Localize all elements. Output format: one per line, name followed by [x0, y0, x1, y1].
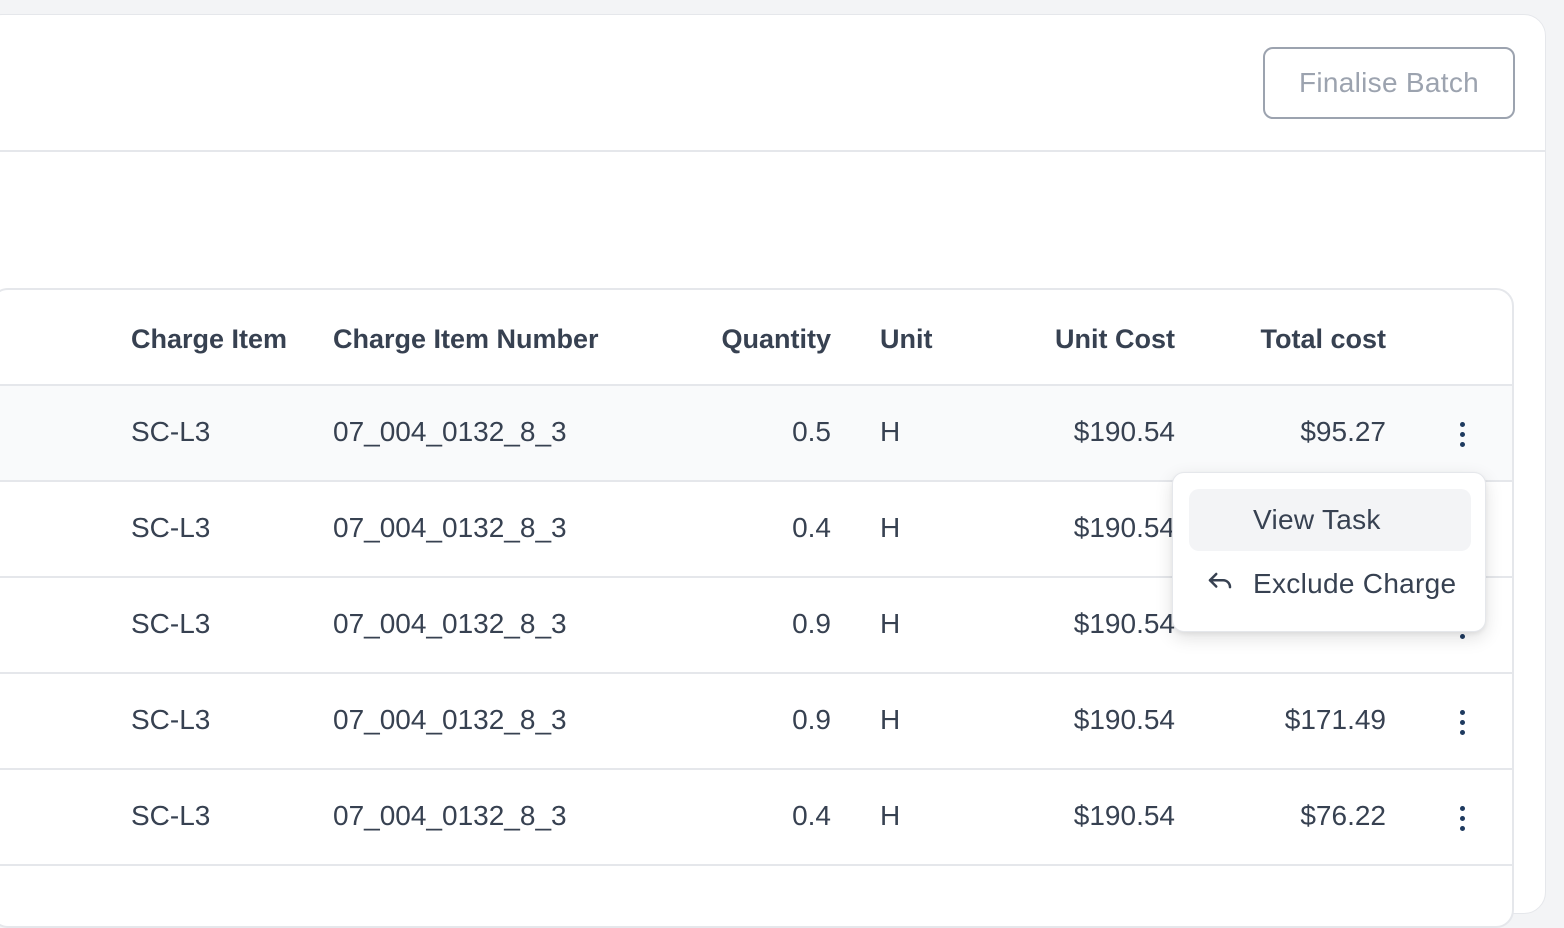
cell-total-cost: $171.49	[1284, 704, 1386, 735]
cell-quantity: 0.9	[792, 704, 831, 735]
cell-unit: H	[880, 704, 901, 735]
row-actions-kebab-icon[interactable]	[1442, 702, 1482, 742]
cell-charge-item: SC-L3	[131, 512, 211, 543]
column-header-total-cost[interactable]: Total cost	[1222, 322, 1386, 356]
cell-charge-item: SC-L3	[131, 800, 211, 831]
cell-quantity: 0.5	[792, 416, 831, 447]
cell-charge-item: SC-L3	[131, 608, 211, 639]
cell-unit-cost: $190.54	[1073, 512, 1175, 543]
cell-charge-item-number: 07_004_0132_8_3	[333, 608, 567, 639]
table-row[interactable]: SC-L3 07_004_0132_8_3 0.9 H $190.54 $171…	[0, 674, 1512, 770]
column-header-quantity[interactable]: Quantity	[692, 322, 831, 356]
cell-unit: H	[880, 416, 901, 447]
table-row[interactable]: SC-L3 07_004_0132_8_3 0.5 H $190.54 $95.…	[0, 386, 1512, 482]
cell-unit-cost: $190.54	[1073, 800, 1175, 831]
cell-charge-item-number: 07_004_0132_8_3	[333, 704, 567, 735]
row-actions-menu: View Task Exclude Charge	[1172, 472, 1486, 632]
cell-quantity: 0.9	[792, 608, 831, 639]
cell-unit: H	[880, 512, 901, 543]
table-header: Charge Item Charge Item Number Quantity …	[0, 290, 1512, 386]
cell-unit: H	[880, 800, 901, 831]
row-actions-kebab-icon[interactable]	[1442, 414, 1482, 454]
cell-unit-cost: $190.54	[1073, 704, 1175, 735]
cell-charge-item: SC-L3	[131, 704, 211, 735]
table-row[interactable]: SC-L3 07_004_0132_8_3 0.4 H $190.54 $76.…	[0, 770, 1512, 866]
card-header: Finalise Batch	[0, 15, 1545, 152]
column-header-unit[interactable]: Unit	[880, 322, 932, 356]
menu-item-exclude-charge[interactable]: Exclude Charge	[1189, 553, 1471, 615]
undo-icon	[1205, 569, 1235, 599]
cell-total-cost: $95.27	[1300, 416, 1386, 447]
column-header-charge-item-number[interactable]: Charge Item Number	[333, 322, 599, 356]
menu-item-label: View Task	[1253, 504, 1381, 535]
cell-charge-item-number: 07_004_0132_8_3	[333, 800, 567, 831]
cell-unit: H	[880, 608, 901, 639]
cell-total-cost: $76.22	[1300, 800, 1386, 831]
cell-quantity: 0.4	[792, 512, 831, 543]
row-actions-kebab-icon[interactable]	[1442, 798, 1482, 838]
finalise-batch-button[interactable]: Finalise Batch	[1263, 47, 1515, 119]
cell-charge-item: SC-L3	[131, 416, 211, 447]
column-header-unit-cost[interactable]: Unit Cost	[1012, 322, 1175, 356]
menu-item-view-task[interactable]: View Task	[1189, 489, 1471, 551]
cell-unit-cost: $190.54	[1073, 608, 1175, 639]
cell-quantity: 0.4	[792, 800, 831, 831]
column-header-charge-item[interactable]: Charge Item	[131, 322, 287, 356]
menu-item-label: Exclude Charge	[1253, 568, 1457, 599]
cell-charge-item-number: 07_004_0132_8_3	[333, 512, 567, 543]
cell-charge-item-number: 07_004_0132_8_3	[333, 416, 567, 447]
cell-unit-cost: $190.54	[1073, 416, 1175, 447]
